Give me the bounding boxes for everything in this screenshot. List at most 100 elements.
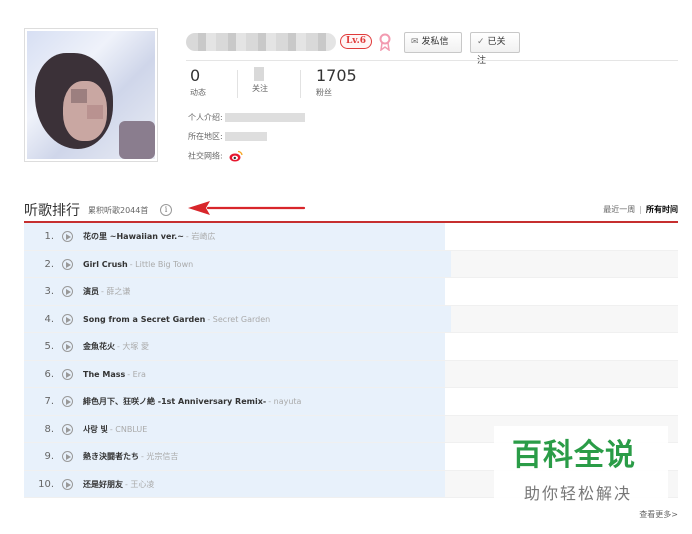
song-title-text: The Mass [83,369,126,379]
play-icon[interactable] [62,368,73,380]
song-rank: 4. [44,313,54,325]
following-stat[interactable]: 关注 [252,67,268,94]
play-icon[interactable] [62,313,73,325]
song-title[interactable]: 熱き決闘者たち - 光宗信吉 [83,443,178,470]
song-title-text: Girl Crush [83,259,128,269]
watermark-title: 百科全说 [512,438,636,473]
song-title[interactable]: Girl Crush - Little Big Town [83,251,193,278]
song-artist[interactable]: - CNBLUE [110,425,147,434]
send-message-button[interactable]: ✉ 发私信 [404,32,462,53]
song-title-text: Song from a Secret Garden [83,314,206,324]
period-all-link[interactable]: 所有时间 [646,205,678,214]
watermark: 百科全说 助你轻松解决 [494,426,668,506]
song-row[interactable]: 2. Girl Crush - Little Big Town [24,250,678,278]
fans-stat[interactable]: 1705 粉丝 [316,67,357,98]
region-blurred [224,132,267,141]
song-title[interactable]: 金魚花火 - 大塚 愛 [83,333,149,360]
song-row[interactable]: 5. 金魚花火 - 大塚 愛 [24,333,678,361]
intro-blurred [224,113,305,122]
song-title-text: 演员 [83,287,99,296]
events-stat[interactable]: 0 动态 [190,67,206,98]
song-title[interactable]: 花の里 ~Hawaiian ver.~ - 岩崎広 [83,223,215,250]
social-label: 社交网络: [188,151,223,161]
song-title[interactable]: The Mass - Era [83,361,146,388]
ranking-total: 累积听歌2044首 [88,206,149,215]
song-rank: 10. [38,478,54,490]
red-arrow-annotation [188,201,306,215]
following-label: 关注 [252,84,268,93]
play-icon[interactable] [62,231,73,242]
info-icon[interactable]: i [160,204,172,216]
song-row[interactable]: 4. Song from a Secret Garden - Secret Gard… [24,305,678,333]
song-title-text: 还是好朋友 [83,479,123,489]
period-week-link[interactable]: 最近一周 [603,205,635,214]
song-artist[interactable]: - nayuta [268,397,301,406]
song-rank: 8. [44,423,54,435]
intro-label: 个人介绍: [188,113,223,122]
song-rank: 1. [44,231,54,242]
song-row[interactable]: 6. The Mass - Era [24,360,678,388]
song-artist[interactable]: - 王心凌 [125,480,154,489]
region-row: 所在地区: [188,131,267,143]
song-title[interactable]: 緋色月下、狂咲ノ絶 -1st Anniversary Remix- - nayut… [83,388,301,415]
ranking-title: 听歌排行 [24,203,80,219]
fans-label: 粉丝 [316,88,332,97]
period-separator: | [639,205,642,214]
play-icon[interactable] [62,423,73,435]
ribbon-icon [379,33,391,51]
header-divider [186,60,678,61]
song-title-text: 花の里 ~Hawaiian ver.~ [83,232,184,241]
song-row[interactable]: 3. 演员 - 薛之谦 [24,278,678,306]
song-artist[interactable]: - Little Big Town [130,260,193,269]
song-rank: 7. [44,396,54,407]
stat-divider [237,70,238,98]
play-icon[interactable] [62,451,73,462]
song-rank: 9. [44,451,54,462]
song-title-text: 사랑 빛 [83,424,108,434]
events-label: 动态 [190,88,206,97]
song-title[interactable]: Song from a Secret Garden - Secret Garden [83,306,270,333]
stat-divider [300,70,301,98]
watermark-subtitle: 助你轻松解决 [524,484,633,503]
play-icon[interactable] [62,396,73,407]
song-artist[interactable]: - 大塚 愛 [117,342,149,351]
social-row: 社交网络: [188,150,243,162]
song-artist[interactable]: - Secret Garden [207,315,270,324]
song-title[interactable]: 演员 - 薛之谦 [83,278,130,305]
send-message-label: 发私信 [421,37,449,47]
weibo-icon[interactable] [229,150,243,162]
song-artist[interactable]: - 岩崎広 [186,232,215,241]
song-title-text: 熱き決闘者たち [83,452,139,461]
song-artist[interactable]: - Era [127,370,146,379]
song-row[interactable]: 7. 緋色月下、狂咲ノ絶 -1st Anniversary Remix- - nay… [24,388,678,416]
user-avatar[interactable] [24,28,158,162]
check-icon: ✓ [477,37,485,47]
fans-count: 1705 [316,66,357,85]
avatar-image [27,31,155,159]
song-row[interactable]: 1. 花の里 ~Hawaiian ver.~ - 岩崎広 [24,223,678,251]
region-label: 所在地区: [188,132,223,141]
song-rank: 3. [44,286,54,297]
events-count: 0 [190,66,201,85]
followed-button[interactable]: ✓ 已关注 [470,32,520,66]
song-artist[interactable]: - 薛之谦 [101,287,130,296]
song-rank: 6. [44,368,54,380]
following-count-blurred [254,67,264,81]
song-title[interactable]: 사랑 빛- CNBLUE [83,416,147,443]
period-switch: 最近一周 | 所有时间 [603,204,678,215]
play-icon[interactable] [62,286,73,297]
song-artist[interactable]: - 光宗信吉 [141,452,178,461]
play-icon[interactable] [62,478,73,490]
song-rank: 2. [44,258,54,270]
song-rank: 5. [44,341,54,352]
song-title[interactable]: 还是好朋友 - 王心凌 [83,471,154,498]
view-more-link[interactable]: 查看更多> [639,509,678,520]
username-blurred [186,33,336,51]
play-icon[interactable] [62,341,73,352]
envelope-icon: ✉ [411,37,419,47]
play-icon[interactable] [62,258,73,270]
level-badge[interactable]: Lv.6 [340,34,372,49]
intro-row: 个人介绍: [188,112,305,124]
song-title-text: 緋色月下、狂咲ノ絶 -1st Anniversary Remix- [83,397,267,406]
song-title-text: 金魚花火 [83,342,115,351]
